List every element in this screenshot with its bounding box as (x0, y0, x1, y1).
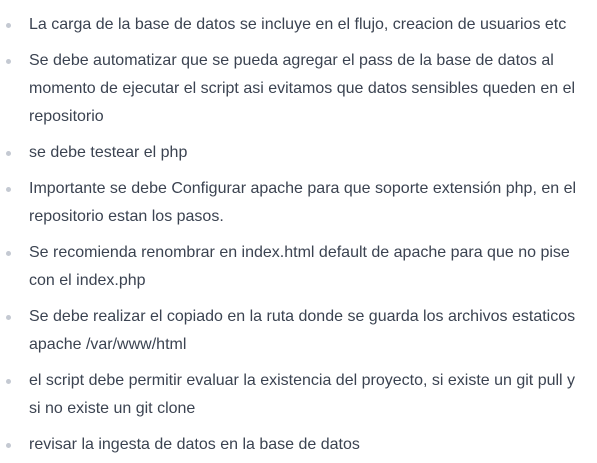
list-item-text: el script debe permitir evaluar la exist… (29, 372, 576, 417)
bullet-icon (6, 315, 11, 320)
list-item: La carga de la base de datos se incluye … (0, 11, 589, 39)
list-item: se debe testear el php (0, 139, 589, 167)
list-item-text: Se debe realizar el copiado en la ruta d… (29, 308, 576, 353)
list-item-text: La carga de la base de datos se incluye … (29, 16, 567, 33)
bullet-icon (6, 379, 11, 384)
list-item-text: Se debe automatizar que se pueda agregar… (29, 52, 576, 125)
list-item: Se recomienda renombrar en index.html de… (0, 239, 589, 295)
list-item: Se debe realizar el copiado en la ruta d… (0, 303, 589, 359)
list-item-text: se debe testear el php (29, 144, 188, 161)
bullet-icon (6, 443, 11, 448)
list-item: revisar la ingesta de datos en la base d… (0, 431, 589, 459)
list-item: Importante se debe Configurar apache par… (0, 175, 589, 231)
bullet-icon (6, 23, 11, 28)
notes-list: La carga de la base de datos se incluye … (0, 0, 597, 459)
list-item-text: revisar la ingesta de datos en la base d… (29, 436, 360, 453)
bullet-icon (6, 251, 11, 256)
bullet-icon (6, 187, 11, 192)
list-item-text: Se recomienda renombrar en index.html de… (29, 244, 570, 289)
list-item: el script debe permitir evaluar la exist… (0, 367, 589, 423)
bullet-icon (6, 59, 11, 64)
list-item-text: Importante se debe Configurar apache par… (29, 180, 577, 225)
list-item: Se debe automatizar que se pueda agregar… (0, 47, 589, 131)
bullet-icon (6, 151, 11, 156)
